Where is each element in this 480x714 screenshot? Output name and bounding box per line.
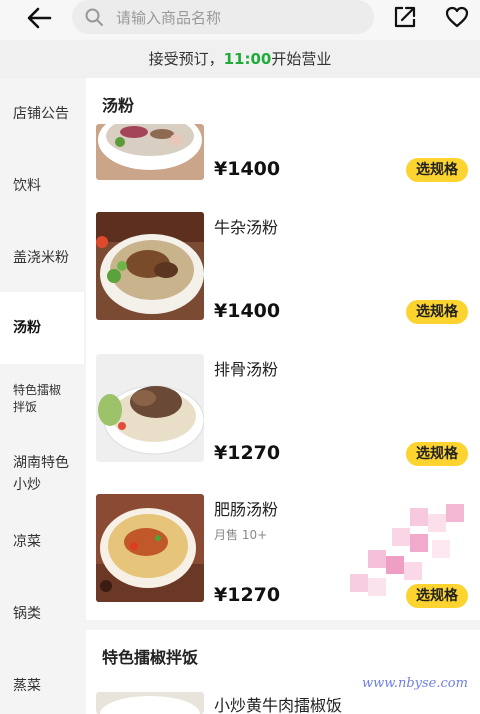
search-input[interactable]: 请输入商品名称 (72, 0, 374, 34)
sidebar-item-label: 盖浇米粉 (13, 250, 69, 266)
sidebar-item-label: 饮料 (13, 178, 41, 194)
section-title: 特色擂椒拌饭 (102, 648, 199, 667)
sidebar-item-label: 特色擂椒拌饭 (13, 383, 62, 414)
sidebar-item-rice-noodle[interactable]: 盖浇米粉 (0, 248, 84, 268)
product-image[interactable] (96, 124, 204, 180)
arrow-left-icon[interactable] (24, 4, 54, 32)
product-price: ¥1270 (214, 584, 281, 606)
notice-suffix: 开始营业 (271, 50, 332, 68)
search-icon (85, 8, 103, 26)
site-watermark: www.nbyse.com (362, 676, 468, 691)
section-title: 汤粉 (102, 96, 135, 115)
sidebar-item-pepper-rice[interactable]: 特色擂椒拌饭 (0, 382, 72, 416)
select-spec-button[interactable]: 选规格 (406, 158, 468, 182)
product-price: ¥1400 (214, 158, 281, 180)
top-bar: 请输入商品名称 (0, 0, 480, 40)
pixelated-watermark (350, 504, 464, 596)
sidebar-item-announcement[interactable]: 店铺公告 (0, 104, 84, 124)
product-image[interactable] (96, 354, 204, 462)
sidebar-item-label: 锅类 (13, 606, 41, 622)
product-price: ¥1270 (214, 442, 281, 464)
notice-time: 11:00 (223, 50, 272, 68)
sidebar-item-cold-dishes[interactable]: 凉菜 (0, 532, 84, 552)
category-sidebar: 店铺公告 饮料 盖浇米粉 汤粉 特色擂椒拌饭 湖南特色小炒 凉菜 锅类 蒸菜 (0, 78, 84, 714)
sidebar-item-label: 汤粉 (13, 320, 41, 336)
product-image[interactable] (96, 494, 204, 602)
business-hours-notice: 接受预订，11:00开始营业 (0, 40, 480, 78)
select-spec-button[interactable]: 选规格 (406, 442, 468, 466)
product-list: 汤粉 ¥1400 选规格 牛杂汤粉 ¥1400 选规格 排骨汤粉 ¥1270 选… (86, 78, 480, 714)
sidebar-item-steamed[interactable]: 蒸菜 (0, 676, 84, 696)
search-placeholder: 请输入商品名称 (116, 9, 222, 27)
sidebar-item-label: 凉菜 (13, 534, 41, 550)
sidebar-item-drinks[interactable]: 饮料 (0, 176, 84, 196)
section-divider (86, 620, 480, 630)
product-monthly-sales: 月售 10+ (214, 528, 268, 542)
product-name: 排骨汤粉 (214, 360, 279, 379)
share-icon[interactable] (392, 4, 418, 30)
product-name: 小炒黄牛肉擂椒饭 (214, 696, 343, 714)
sidebar-item-pot-dishes[interactable]: 锅类 (0, 604, 84, 624)
product-image[interactable] (96, 212, 204, 320)
product-name: 牛杂汤粉 (214, 218, 279, 237)
select-spec-button[interactable]: 选规格 (406, 300, 468, 324)
sidebar-item-label: 湖南特色小炒 (13, 455, 69, 493)
heart-icon[interactable] (444, 4, 470, 30)
sidebar-item-hunan-stirfry[interactable]: 湖南特色小炒 (0, 452, 74, 496)
product-image[interactable] (96, 692, 204, 714)
notice-prefix: 接受预订， (148, 50, 224, 68)
product-name: 肥肠汤粉 (214, 500, 279, 519)
sidebar-item-label: 蒸菜 (13, 678, 41, 694)
product-price: ¥1400 (214, 300, 281, 322)
sidebar-item-soup-noodle[interactable]: 汤粉 (0, 292, 84, 364)
sidebar-item-label: 店铺公告 (13, 106, 69, 122)
